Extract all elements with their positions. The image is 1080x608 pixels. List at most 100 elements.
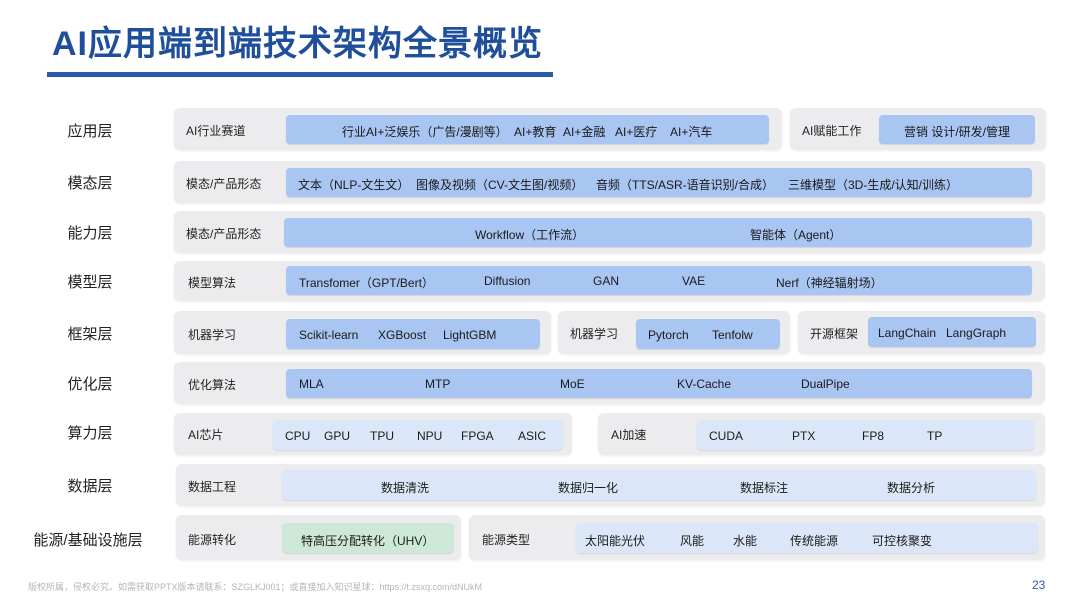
framework-item: XGBoost [378,328,427,342]
framework-item: LightGBM [443,328,497,342]
page-title: AI应用端到端技术架构全景概览 [52,25,543,63]
data-panel: 数据工程 数据清洗 数据归一化 数据标注 数据分析 [176,464,1045,506]
app-item: AI+医疗 [615,125,658,139]
data-item: 数据标注 [740,481,789,495]
framework-panel-label-2: 机器学习 [570,327,619,341]
framework-item-3: LangGraph [946,326,1007,340]
optimize-panel-label: 优化算法 [188,378,237,392]
layer-label-model: 模型层 [67,274,113,291]
optimize-item: MLA [299,377,324,391]
compute-item: TPU [370,429,394,443]
layer-label-modal: 模态层 [67,175,113,192]
framework-panel-label: 机器学习 [188,328,237,342]
model-item: Diffusion [484,274,531,288]
compute-item: ASIC [518,429,547,443]
page-number: 23 [1032,578,1046,592]
framework-item: Scikit-learn [299,328,359,342]
layer-label-framework: 框架层 [67,326,113,343]
framework-bar: Scikit-learn XGBoost LightGBM [286,319,540,349]
framework-bar-2: Pytorch Tenfolw [636,319,780,349]
modal-item: 音频（TTS/ASR-语音识别/合成） [596,178,775,192]
energy-item-2: 可控核聚变 [872,534,933,548]
compute-item: NPU [417,429,443,443]
compute-panel-label-2: AI加速 [611,428,647,442]
compute-bar-2: CUDA PTX FP8 TP [697,420,1034,450]
model-item: Transfomer（GPT/Bert） [299,276,434,290]
model-panel-label: 模型算法 [188,276,237,290]
energy-bar: 特高压分配转化（UHV） [282,523,454,553]
framework-panel-2: 机器学习 Pytorch Tenfolw [558,311,790,354]
app-panel-label-2: AI赋能工作 [802,124,862,138]
compute-panel-label: AI芯片 [188,428,224,442]
optimize-bar: MLA MTP MoE KV-Cache DualPipe [286,369,1032,398]
modal-item: 三维模型（3D-生成/认知/训练） [788,178,959,192]
data-item: 数据归一化 [558,481,619,495]
layer-label-app: 应用层 [67,123,113,140]
framework-item-2: Pytorch [648,328,689,342]
energy-bar-2: 太阳能光伏 风能 水能 传统能源 可控核聚变 [576,523,1038,553]
energy-item-2: 风能 [680,534,705,548]
compute-item: FPGA [461,429,494,443]
app-item: AI+汽车 [670,125,713,139]
data-bar: 数据清洗 数据归一化 数据标注 数据分析 [282,470,1036,500]
compute-panel-accel: AI加速 CUDA PTX FP8 TP [598,413,1045,455]
modal-item: 文本（NLP-文生文） [298,178,410,192]
framework-panel-label-3: 开源框架 [810,327,859,341]
model-item: VAE [682,274,706,288]
data-item: 数据分析 [887,481,936,495]
energy-item-2: 水能 [733,534,758,548]
capability-item: 智能体（Agent） [750,228,842,242]
energy-item-2: 太阳能光伏 [585,534,646,548]
capability-panel: 模态/产品形态 Workflow（工作流） 智能体（Agent） [174,211,1045,253]
optimize-item: MoE [560,377,585,391]
capability-panel-label: 模态/产品形态 [186,227,262,241]
compute-item-2: FP8 [862,429,885,443]
framework-item-3: LangChain [878,326,937,340]
model-item: Nerf（神经辐射场） [776,276,883,290]
app-item: 行业AI+泛娱乐（广告/漫剧等） [342,125,508,139]
optimize-item: MTP [425,377,451,391]
model-item: GAN [593,274,620,288]
energy-panel-label-2: 能源类型 [482,533,531,547]
energy-item: 特高压分配转化（UHV） [301,534,435,548]
energy-panel-convert: 能源转化 特高压分配转化（UHV） [176,515,461,560]
compute-item-2: PTX [792,429,816,443]
model-bar: Transfomer（GPT/Bert） Diffusion GAN VAE N… [286,266,1032,295]
model-panel: 模型算法 Transfomer（GPT/Bert） Diffusion GAN … [174,261,1045,301]
app-item-2: 营销 设计/研发/管理 [904,125,1011,139]
data-item: 数据清洗 [381,481,430,495]
app-item: AI+金融 [563,125,606,139]
compute-bar: CPU GPU TPU NPU FPGA ASIC [273,420,563,450]
framework-panel-1: 机器学习 Scikit-learn XGBoost LightGBM [174,311,551,354]
capability-item: Workflow（工作流） [475,228,585,242]
optimize-item: DualPipe [801,377,850,391]
layer-label-energy: 能源/基础设施层 [33,532,143,549]
app-panel-label: AI行业赛道 [186,124,246,138]
energy-item-2: 传统能源 [790,534,839,548]
compute-item: CPU [285,429,311,443]
layer-label-optimize: 优化层 [67,376,113,393]
app-panel-industry: AI行业赛道 行业AI+泛娱乐（广告/漫剧等） AI+教育 AI+金融 AI+医… [174,108,782,150]
energy-panel-label: 能源转化 [188,533,237,547]
framework-panel-3: 开源框架 LangChain LangGraph [798,311,1045,354]
compute-item-2: CUDA [709,429,744,443]
optimize-panel: 优化算法 MLA MTP MoE KV-Cache DualPipe [174,362,1045,404]
copyright-footer: 版权所属，侵权必究。如需获取PPTX版本请联系：SZGLKJ001；或直接加入知… [28,582,483,592]
energy-panel-type: 能源类型 太阳能光伏 风能 水能 传统能源 可控核聚变 [469,515,1045,560]
modal-item: 图像及视频（CV-文生图/视频） [416,178,584,192]
data-panel-label: 数据工程 [188,480,237,494]
framework-bar-3: LangChain LangGraph [868,317,1036,347]
capability-bar: Workflow（工作流） 智能体（Agent） [284,218,1032,247]
compute-item-2: TP [927,429,943,443]
layer-label-data: 数据层 [67,478,113,495]
optimize-item: KV-Cache [677,377,732,391]
app-panel-work: AI赋能工作 营销 设计/研发/管理 [790,108,1046,150]
app-bar-2: 营销 设计/研发/管理 [879,115,1035,144]
compute-panel-chip: AI芯片 CPU GPU TPU NPU FPGA ASIC [174,413,572,455]
app-item: AI+教育 [514,125,557,139]
modal-panel-label: 模态/产品形态 [186,177,262,191]
layer-label-compute: 算力层 [67,425,113,442]
layer-label-capability: 能力层 [67,225,113,242]
framework-item-2: Tenfolw [712,328,753,342]
modal-bar: 文本（NLP-文生文） 图像及视频（CV-文生图/视频） 音频（TTS/ASR-… [286,168,1032,197]
